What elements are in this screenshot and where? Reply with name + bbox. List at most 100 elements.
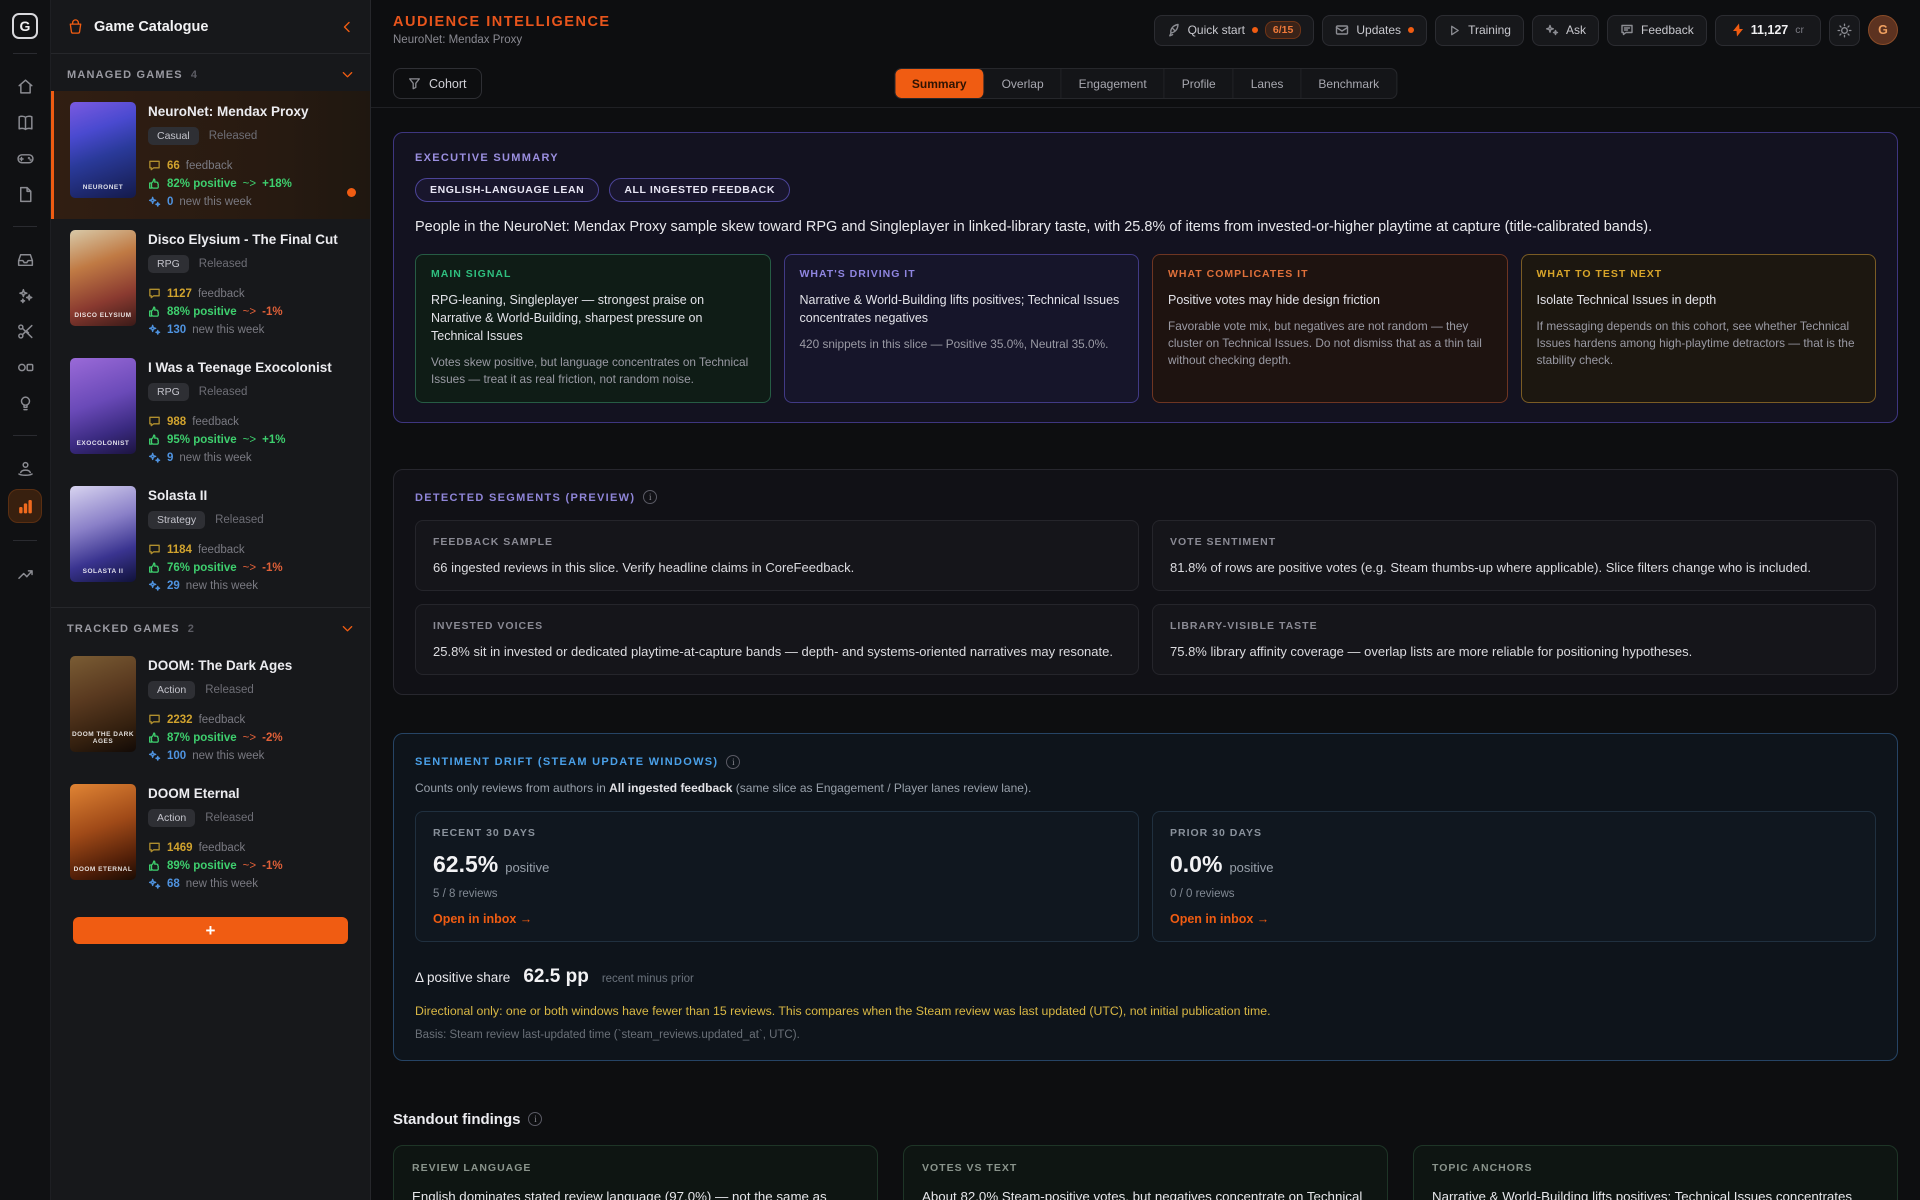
page-subtitle: NeuroNet: Mendax Proxy bbox=[393, 34, 611, 46]
positive-stat: 89% positive~>-1% bbox=[148, 859, 283, 872]
filter-pill-feedback: ALL INGESTED FEEDBACK bbox=[609, 178, 790, 202]
game-item-doom-eternal[interactable]: DOOM ETERNAL DOOM Eternal Action Release… bbox=[51, 773, 370, 901]
whats-driving-it-card: WHAT'S DRIVING IT Narrative & World-Buil… bbox=[784, 254, 1140, 403]
sidebar-header: Game Catalogue bbox=[51, 0, 370, 54]
feedback-stat: 1127feedback bbox=[148, 287, 338, 300]
divider bbox=[13, 53, 37, 54]
tab-lanes[interactable]: Lanes bbox=[1234, 69, 1302, 98]
document-icon[interactable] bbox=[8, 179, 42, 209]
game-cover: DISCO ELYSIUM bbox=[70, 230, 136, 326]
content: EXECUTIVE SUMMARY ENGLISH-LANGUAGE LEAN … bbox=[371, 108, 1920, 1200]
game-cover: DOOM THE DARK AGES bbox=[70, 656, 136, 752]
standout-findings-grid: REVIEW LANGUAGE English dominates stated… bbox=[393, 1145, 1898, 1200]
tab-profile[interactable]: Profile bbox=[1165, 69, 1234, 98]
game-item-neuronet[interactable]: NEURONET NeuroNet: Mendax Proxy Casual R… bbox=[51, 91, 370, 219]
quick-start-button[interactable]: Quick start 6/15 bbox=[1154, 15, 1315, 46]
tab-summary[interactable]: Summary bbox=[895, 69, 985, 98]
standout-title: Standout findings bbox=[393, 1111, 520, 1128]
feedback-bubble-icon bbox=[1620, 23, 1634, 37]
game-title: I Was a Teenage Exocolonist bbox=[148, 360, 332, 375]
ask-button[interactable]: Ask bbox=[1532, 15, 1599, 46]
open-in-inbox-link[interactable]: Open in inbox → bbox=[1170, 912, 1858, 926]
new-sparkle-icon bbox=[148, 451, 161, 464]
genre-tag: Action bbox=[148, 681, 195, 699]
library-icon[interactable] bbox=[8, 107, 42, 137]
updates-button[interactable]: Updates bbox=[1322, 15, 1427, 46]
section-label: MANAGED GAMES bbox=[67, 69, 183, 81]
comment-icon bbox=[148, 415, 161, 428]
game-item-doom-dark-ages[interactable]: DOOM THE DARK AGES DOOM: The Dark Ages A… bbox=[51, 645, 370, 773]
release-status: Released bbox=[199, 258, 248, 270]
positive-stat: 88% positive~>-1% bbox=[148, 305, 338, 318]
comment-icon bbox=[148, 841, 161, 854]
new-this-week-stat: 68new this week bbox=[148, 877, 283, 890]
vote-sentiment-card: VOTE SENTIMENT 81.8% of rows are positiv… bbox=[1152, 520, 1876, 591]
prior-review-count: 0 / 0 reviews bbox=[1170, 888, 1858, 900]
catalogue-icon bbox=[67, 18, 84, 35]
play-icon bbox=[1448, 24, 1461, 37]
open-in-inbox-link[interactable]: Open in inbox → bbox=[433, 912, 1121, 926]
funnel-icon bbox=[408, 77, 421, 90]
tab-benchmark[interactable]: Benchmark bbox=[1301, 69, 1396, 98]
new-sparkle-icon bbox=[148, 323, 161, 336]
chevron-down-icon bbox=[341, 622, 354, 635]
training-button[interactable]: Training bbox=[1435, 15, 1524, 46]
game-title: DOOM Eternal bbox=[148, 786, 283, 801]
app-logo[interactable]: G bbox=[12, 13, 38, 39]
analytics-icon[interactable] bbox=[8, 489, 42, 523]
lightbulb-icon[interactable] bbox=[8, 388, 42, 418]
game-title: NeuroNet: Mendax Proxy bbox=[148, 104, 309, 119]
user-avatar[interactable]: G bbox=[1868, 15, 1898, 45]
new-sparkle-icon bbox=[148, 195, 161, 208]
executive-summary-section: EXECUTIVE SUMMARY ENGLISH-LANGUAGE LEAN … bbox=[393, 132, 1898, 423]
inbox-icon[interactable] bbox=[8, 244, 42, 274]
feedback-stat: 2232feedback bbox=[148, 713, 292, 726]
feedback-button[interactable]: Feedback bbox=[1607, 15, 1707, 46]
feedback-stat: 66feedback bbox=[148, 159, 309, 172]
new-this-week-stat: 100new this week bbox=[148, 749, 292, 762]
game-title: DOOM: The Dark Ages bbox=[148, 658, 292, 673]
cohort-filter-button[interactable]: Cohort bbox=[393, 68, 482, 99]
section-header-managed-games[interactable]: MANAGED GAMES 4 bbox=[51, 54, 370, 91]
section-label: EXECUTIVE SUMMARY bbox=[415, 152, 1876, 164]
clips-icon[interactable] bbox=[8, 316, 42, 346]
ask-sparkle-icon bbox=[1545, 23, 1559, 37]
positive-stat: 82% positive~>+18% bbox=[148, 177, 309, 190]
tab-overlap[interactable]: Overlap bbox=[985, 69, 1062, 98]
collapse-sidebar-icon[interactable] bbox=[340, 20, 354, 34]
review-language-card: REVIEW LANGUAGE English dominates stated… bbox=[393, 1145, 878, 1200]
what-to-test-next-card: WHAT TO TEST NEXT Isolate Technical Issu… bbox=[1521, 254, 1877, 403]
info-icon[interactable]: i bbox=[528, 1112, 542, 1126]
thumbs-up-icon bbox=[148, 561, 161, 574]
community-icon[interactable] bbox=[8, 453, 42, 483]
add-game-button[interactable]: + bbox=[73, 917, 348, 944]
credits-button[interactable]: 11,127 cr bbox=[1715, 15, 1821, 46]
release-status: Released bbox=[199, 386, 248, 398]
what-complicates-it-card: WHAT COMPLICATES IT Positive votes may h… bbox=[1152, 254, 1508, 403]
comment-icon bbox=[148, 287, 161, 300]
theme-toggle-button[interactable] bbox=[1829, 15, 1860, 46]
votes-vs-text-card: VOTES VS TEXT About 82.0% Steam-positive… bbox=[903, 1145, 1388, 1200]
section-count: 2 bbox=[188, 623, 333, 635]
sparkles-icon[interactable] bbox=[8, 280, 42, 310]
feedback-stat: 1184feedback bbox=[148, 543, 283, 556]
game-item-disco-elysium[interactable]: DISCO ELYSIUM Disco Elysium - The Final … bbox=[51, 219, 370, 347]
credits-unit: cr bbox=[1795, 24, 1804, 36]
home-icon[interactable] bbox=[8, 71, 42, 101]
info-icon[interactable]: i bbox=[643, 490, 657, 504]
rocket-icon bbox=[1167, 23, 1181, 37]
tab-engagement[interactable]: Engagement bbox=[1062, 69, 1165, 98]
divider bbox=[13, 226, 37, 227]
growth-icon[interactable] bbox=[8, 558, 42, 588]
game-item-solasta[interactable]: SOLASTA II Solasta II Strategy Released … bbox=[51, 475, 370, 603]
game-item-exocolonist[interactable]: EXOCOLONIST I Was a Teenage Exocolonist … bbox=[51, 347, 370, 475]
info-icon[interactable]: i bbox=[726, 755, 740, 769]
thumbs-up-icon bbox=[148, 731, 161, 744]
section-header-tracked-games[interactable]: TRACKED GAMES 2 bbox=[51, 608, 370, 645]
new-this-week-stat: 29new this week bbox=[148, 579, 283, 592]
directional-warning: Directional only: one or both windows ha… bbox=[415, 1004, 1876, 1018]
collections-icon[interactable] bbox=[8, 352, 42, 382]
game-title: Disco Elysium - The Final Cut bbox=[148, 232, 338, 247]
gamepad-icon[interactable] bbox=[8, 143, 42, 173]
recent-review-count: 5 / 8 reviews bbox=[433, 888, 1121, 900]
